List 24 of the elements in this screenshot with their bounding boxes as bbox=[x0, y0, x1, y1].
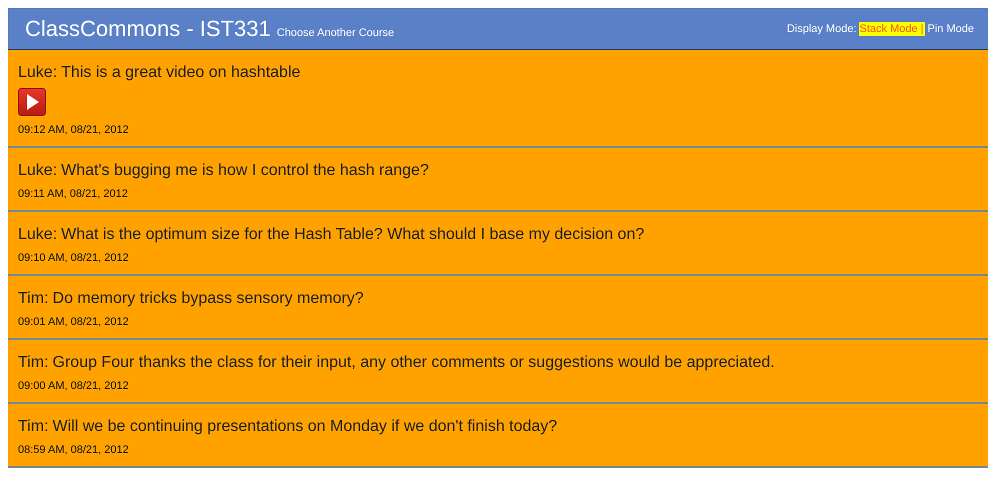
post-timestamp: 08:59 AM, 08/21, 2012 bbox=[18, 444, 129, 456]
post-timestamp: 09:12 AM, 08/21, 2012 bbox=[18, 124, 129, 136]
post-author: Luke: bbox=[18, 226, 58, 243]
post-author: Tim: bbox=[18, 290, 49, 307]
play-icon[interactable] bbox=[18, 88, 46, 116]
post-author: Luke: bbox=[18, 162, 58, 179]
mode-link[interactable]: Stack Mode | bbox=[858, 22, 925, 36]
post-text: What is the optimum size for the Hash Table? What should I base my decision on? bbox=[61, 226, 644, 243]
post-timestamp: 09:10 AM, 08/21, 2012 bbox=[18, 252, 129, 264]
post-text: This is a great video on hashtable bbox=[61, 64, 300, 81]
post-text: Do memory tricks bypass sensory memory? bbox=[52, 290, 364, 307]
post-author: Luke: bbox=[18, 64, 58, 81]
post-text: Group Four thanks the class for their input, any other comments or suggestions would be appreciated. bbox=[52, 354, 775, 371]
post-timestamp: 09:00 AM, 08/21, 2012 bbox=[18, 380, 129, 392]
display-mode-label: Display Mode: bbox=[786, 22, 857, 34]
post-text: What's bugging me is how I control the hash range? bbox=[61, 162, 429, 179]
post-author: Tim: bbox=[18, 418, 49, 435]
post-timestamp: 09:11 AM, 08/21, 2012 bbox=[18, 188, 128, 200]
mode-link[interactable]: Pin Mode bbox=[926, 22, 975, 36]
app-title: ClassCommons - IST331 bbox=[25, 16, 271, 42]
post-timestamp: 09:01 AM, 08/21, 2012 bbox=[18, 316, 129, 328]
choose-course-link[interactable]: Choose Another Course bbox=[276, 26, 394, 38]
post-text: Will we be continuing presentations on Monday if we don't finish today? bbox=[52, 418, 558, 435]
post-author: Tim: bbox=[18, 354, 49, 371]
